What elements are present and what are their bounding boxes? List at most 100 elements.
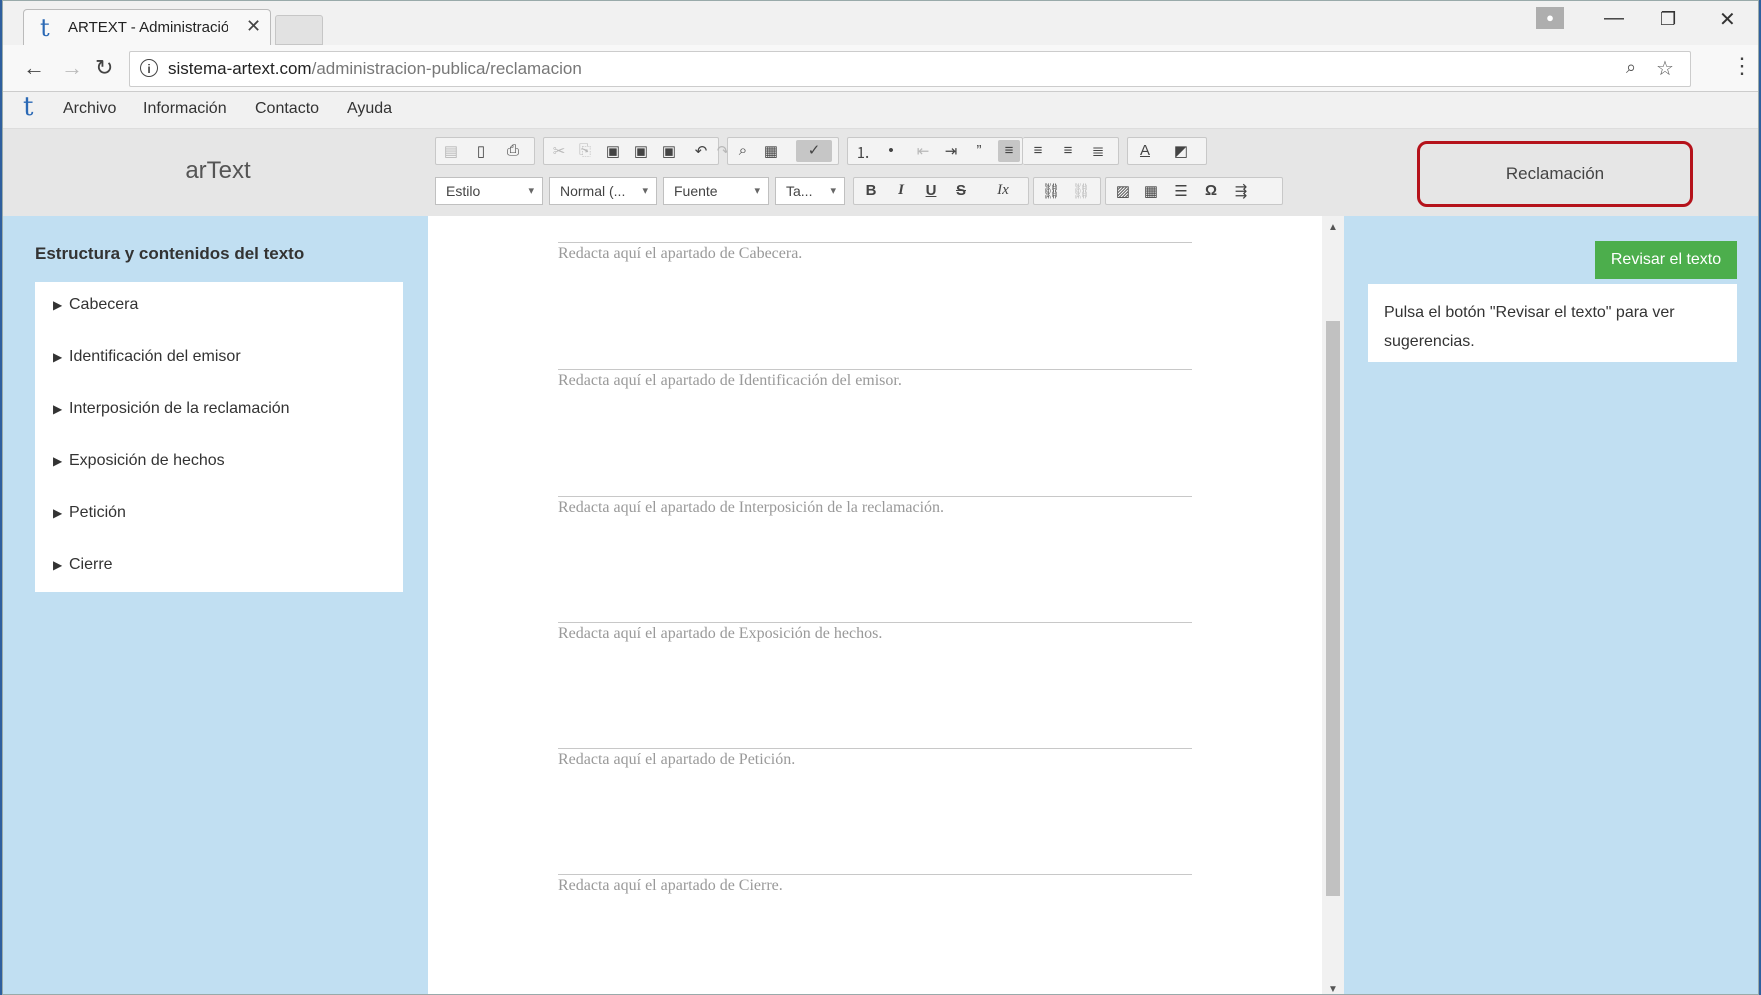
caret-right-icon: ▶ <box>53 350 63 364</box>
remove-format-icon[interactable]: Ix <box>992 182 1014 199</box>
structure-item-label: Identificación del emisor <box>69 348 241 365</box>
url-host: sistema-artext.com <box>168 59 312 78</box>
style-dropdown[interactable]: Estilo ▾ <box>435 177 543 205</box>
link-group: ⛓ ⛓ <box>1033 177 1101 205</box>
italic-icon[interactable]: I <box>890 182 912 199</box>
tab-title: ARTEXT - Administración <box>68 19 228 36</box>
table-icon[interactable]: ▦ <box>1140 182 1162 200</box>
browser-toolbar: ← → ↻ i sistema-artext.com/administracio… <box>3 45 1758 92</box>
browser-tab[interactable]: t ARTEXT - Administración ✕ <box>23 9 271 45</box>
forward-icon[interactable]: → <box>61 55 83 81</box>
align-left-icon[interactable]: ≡ <box>998 140 1020 162</box>
back-icon[interactable]: ← <box>23 55 45 81</box>
undo-icon[interactable]: ↶ <box>690 142 712 160</box>
copy-icon[interactable]: ⎘ <box>574 142 596 159</box>
paragraph-group: ⒈ • ⇤ ⇥ ” ≡ <box>847 137 1023 165</box>
align-center-icon[interactable]: ≡ <box>1027 142 1049 159</box>
unlink-icon[interactable]: ⛓ <box>1070 182 1092 200</box>
structure-item-identificacion[interactable]: ▶ Identificación del emisor <box>53 348 241 366</box>
scroll-down-icon[interactable]: ▼ <box>1328 984 1338 994</box>
structure-panel: Estructura y contenidos del texto ▶ Cabec… <box>3 216 428 994</box>
section-divider <box>558 748 1192 749</box>
spellcheck-icon[interactable]: ✓ <box>796 140 832 162</box>
section-interposicion[interactable]: Redacta aquí el apartado de Interposició… <box>558 499 944 517</box>
editor-toolbar: ▤ ▯ ⎙ ✂ ⎘ ▣ ▣ ▣ ↶ ↷ ⌕ ▦ ✓ ⒈ • ⇤ ⇥ ” ≡ ≡ … <box>435 137 1310 211</box>
new-tab-button[interactable] <box>275 15 323 45</box>
structure-item-peticion[interactable]: ▶ Petición <box>53 504 126 522</box>
structure-item-cierre[interactable]: ▶ Cierre <box>53 556 113 574</box>
bold-icon[interactable]: B <box>860 182 882 199</box>
profile-icon[interactable]: ● <box>1536 7 1564 29</box>
browser-menu-icon[interactable]: ⋮ <box>1731 53 1753 79</box>
structure-item-interposicion[interactable]: ▶ Interposición de la reclamación <box>53 400 290 418</box>
minimize-icon[interactable]: — <box>1604 7 1624 30</box>
section-peticion[interactable]: Redacta aquí el apartado de Petición. <box>558 751 795 769</box>
save-icon[interactable]: ▤ <box>440 142 462 160</box>
caret-right-icon: ▶ <box>53 506 63 520</box>
section-identificacion[interactable]: Redacta aquí el apartado de Identificaci… <box>558 372 902 390</box>
structure-item-label: Petición <box>69 504 126 521</box>
background-color-icon[interactable]: ◩ <box>1170 142 1192 160</box>
section-exposicion[interactable]: Redacta aquí el apartado de Exposición d… <box>558 625 882 643</box>
menu-informacion[interactable]: Información <box>143 100 227 118</box>
font-dropdown[interactable]: Fuente ▾ <box>663 177 769 205</box>
special-char-icon[interactable]: Ω <box>1200 182 1222 199</box>
menu-archivo[interactable]: Archivo <box>63 100 116 118</box>
restore-icon[interactable]: ❐ <box>1660 9 1676 30</box>
image-icon[interactable]: ▨ <box>1112 182 1134 200</box>
justify-icon[interactable]: ≣ <box>1087 142 1109 160</box>
paste-word-icon[interactable]: ▣ <box>658 142 680 160</box>
structure-list: ▶ Cabecera ▶ Identificación del emisor ▶ In… <box>35 282 403 592</box>
close-window-icon[interactable]: ✕ <box>1719 7 1736 32</box>
outdent-icon[interactable]: ⇤ <box>912 142 934 160</box>
section-cabecera[interactable]: Redacta aquí el apartado de Cabecera. <box>558 245 802 263</box>
tab-close-icon[interactable]: ✕ <box>246 16 261 37</box>
caret-right-icon: ▶ <box>53 298 63 312</box>
new-page-icon[interactable]: ▯ <box>470 142 492 160</box>
underline-icon[interactable]: U <box>920 182 942 199</box>
scroll-up-icon[interactable]: ▲ <box>1328 222 1338 233</box>
menu-ayuda[interactable]: Ayuda <box>347 100 392 118</box>
structure-item-cabecera[interactable]: ▶ Cabecera <box>53 296 138 314</box>
text-editor[interactable]: Redacta aquí el apartado de Cabecera. Re… <box>428 216 1322 994</box>
mode-button[interactable]: Reclamación <box>1417 141 1693 207</box>
text-color-icon[interactable]: A <box>1134 142 1156 159</box>
url-text: sistema-artext.com/administracion-public… <box>168 59 582 79</box>
cut-icon[interactable]: ✂ <box>548 142 570 160</box>
format-dropdown[interactable]: Normal (... ▾ <box>549 177 657 205</box>
paste-icon[interactable]: ▣ <box>602 142 624 160</box>
bullet-list-icon[interactable]: • <box>880 142 902 159</box>
section-divider <box>558 874 1192 875</box>
chevron-down-icon: ▾ <box>754 185 760 197</box>
caret-right-icon: ▶ <box>53 454 63 468</box>
reload-icon[interactable]: ↻ <box>95 55 113 81</box>
page-break-icon[interactable]: ⇶ <box>1230 182 1252 200</box>
scrollbar-thumb[interactable] <box>1326 321 1340 896</box>
find-group: ⌕ ▦ ✓ <box>727 137 839 165</box>
indent-icon[interactable]: ⇥ <box>940 142 962 160</box>
menu-contacto[interactable]: Contacto <box>255 100 319 118</box>
info-icon[interactable]: i <box>140 59 158 77</box>
strikethrough-icon[interactable]: S <box>950 182 972 199</box>
bookmark-star-icon[interactable]: ☆ <box>1656 56 1674 81</box>
review-text-button[interactable]: Revisar el texto <box>1595 241 1737 279</box>
print-icon[interactable]: ⎙ <box>502 142 524 159</box>
section-cierre[interactable]: Redacta aquí el apartado de Cierre. <box>558 877 783 895</box>
link-icon[interactable]: ⛓ <box>1040 182 1062 200</box>
editor-scrollbar[interactable]: ▲ ▼ <box>1322 216 1344 994</box>
address-bar[interactable]: i sistema-artext.com/administracion-publ… <box>129 51 1691 87</box>
horizontal-line-icon[interactable]: ☰ <box>1170 182 1192 200</box>
find-icon[interactable]: ⌕ <box>732 142 754 159</box>
document-group: ▤ ▯ ⎙ <box>435 137 535 165</box>
align-right-icon[interactable]: ≡ <box>1057 142 1079 159</box>
artext-favicon-icon: t <box>40 14 50 42</box>
size-dropdown[interactable]: Ta... ▾ <box>775 177 845 205</box>
structure-item-exposicion[interactable]: ▶ Exposición de hechos <box>53 452 225 470</box>
paste-text-icon[interactable]: ▣ <box>630 142 652 160</box>
select-all-icon[interactable]: ▦ <box>760 142 782 160</box>
font-label: Fuente <box>674 183 718 199</box>
numbered-list-icon[interactable]: ⒈ <box>852 142 874 163</box>
style-label: Estilo <box>446 183 481 199</box>
zoom-icon[interactable]: ⌕ <box>1626 57 1636 78</box>
blockquote-icon[interactable]: ” <box>968 142 990 159</box>
